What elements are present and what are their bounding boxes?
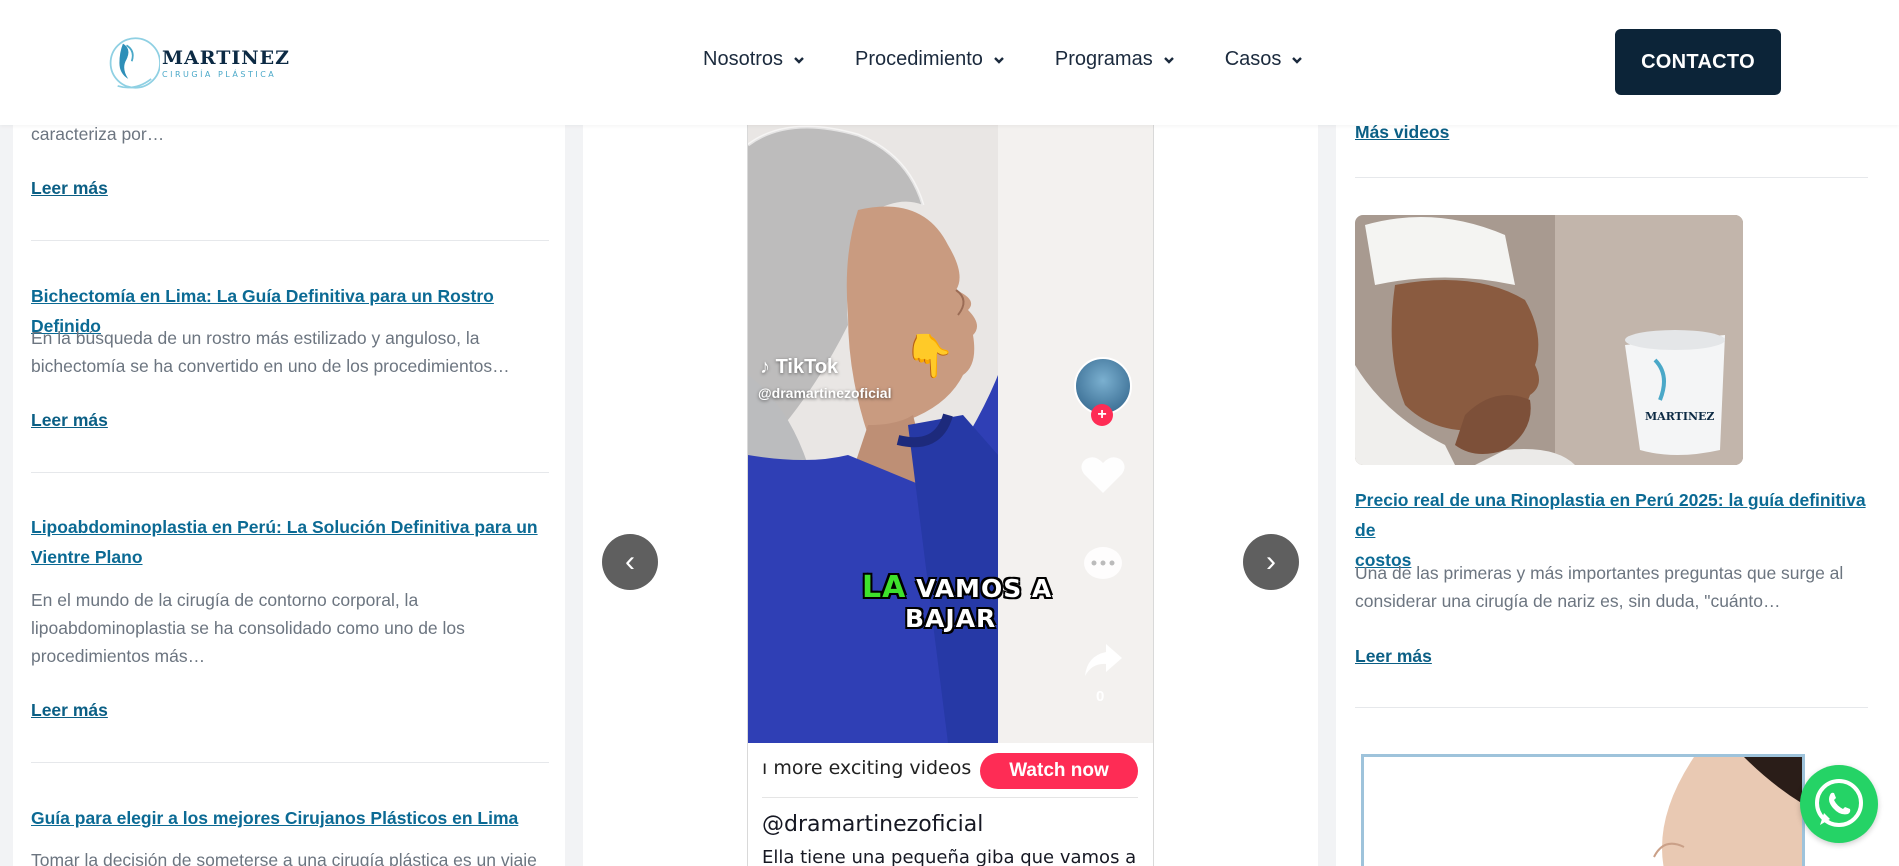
divider [1355,177,1868,178]
more-videos-link[interactable]: Más videos [1355,122,1449,143]
logo-name: MARTINEZ [162,47,290,69]
more-videos-marquee: ı more exciting videos [762,757,972,779]
rinoplastia-post-image[interactable]: MARTINEZ [1355,215,1743,465]
carousel-prev-button[interactable]: ‹ [602,534,658,590]
video-caption-line2: BAJAR [905,604,997,633]
nav-programas[interactable]: Programas [1055,48,1175,71]
logo-subtitle: CIRUGÍA PLÁSTICA [162,70,277,79]
comment-icon[interactable] [1082,545,1124,585]
read-more-link[interactable]: Leer más [31,700,108,721]
nav-procedimiento[interactable]: Procedimiento [855,48,1005,71]
share-count: 0 [1096,688,1105,705]
post-title-lipoabdominoplastia[interactable]: Lipoabdominoplastia en Perú: La Solución… [31,517,538,567]
post-title-cirujanos[interactable]: Guía para elegir a los mejores Cirujanos… [31,808,518,828]
chevron-down-icon [1163,56,1174,64]
nav-nosotros[interactable]: Nosotros [703,48,805,71]
tiktok-logo: ♪ TikTok [760,356,839,378]
pointing-emoji: 👇 [903,332,955,381]
read-more-link[interactable]: Leer más [1355,646,1432,667]
post-excerpt: En la búsqueda de un rostro más estiliza… [31,328,510,376]
chevron-down-icon [994,56,1004,64]
face-photo [1364,757,1802,866]
main-nav: Nosotros Procedimiento Programas Casos [703,48,1353,71]
site-header: MARTINEZ CIRUGÍA PLÁSTICA Nosotros Proce… [0,0,1899,125]
doctor-photo: MARTINEZ [1355,215,1743,465]
watch-now-button[interactable]: Watch now [980,753,1138,789]
left-blog-column: caracteriza por… Leer más Bichectomía en… [13,0,565,866]
site-logo[interactable]: MARTINEZ CIRUGÍA PLÁSTICA [100,28,290,98]
chevron-down-icon [794,56,804,64]
heart-icon[interactable] [1080,455,1126,495]
facial-procedure-image[interactable] [1361,754,1805,866]
video-overlay-handle: @dramartinezoficial [758,385,892,401]
divider [762,797,1138,798]
post-excerpt: En el mundo de la cirugía de contorno co… [31,590,465,666]
chevron-left-icon: ‹ [625,545,635,578]
share-icon[interactable] [1082,640,1124,680]
divider [31,762,549,763]
mug-logo-text: MARTINEZ [1645,410,1714,423]
chevron-down-icon [1292,56,1303,64]
post-excerpt: Tomar la decisión de someterse a una cir… [31,850,537,866]
contact-button[interactable]: CONTACTO [1615,29,1781,95]
tiktok-note-icon: ♪ [760,356,770,378]
video-caption-line1: LA VAMOS A [862,570,1053,605]
tiktok-description: Ella tiene una pequeña giba que vamos a [762,847,1137,866]
divider [31,472,549,473]
chevron-right-icon: › [1266,545,1276,578]
follow-plus-icon[interactable]: + [1091,404,1113,426]
post-title-rinoplastia[interactable]: Precio real de una Rinoplastia en Perú 2… [1355,490,1866,570]
tiktok-handle[interactable]: @dramartinezoficial [762,812,983,837]
nav-casos[interactable]: Casos [1225,48,1304,71]
whatsapp-button[interactable] [1800,765,1878,843]
carousel-next-button[interactable]: › [1243,534,1299,590]
read-more-link[interactable]: Leer más [31,410,108,431]
read-more-link[interactable]: Leer más [31,178,108,199]
logo-mark-icon [109,37,161,89]
post-excerpt: Una de las primeras y más importantes pr… [1355,563,1844,611]
divider [1355,707,1868,708]
whatsapp-icon [1815,779,1863,827]
divider [31,240,549,241]
